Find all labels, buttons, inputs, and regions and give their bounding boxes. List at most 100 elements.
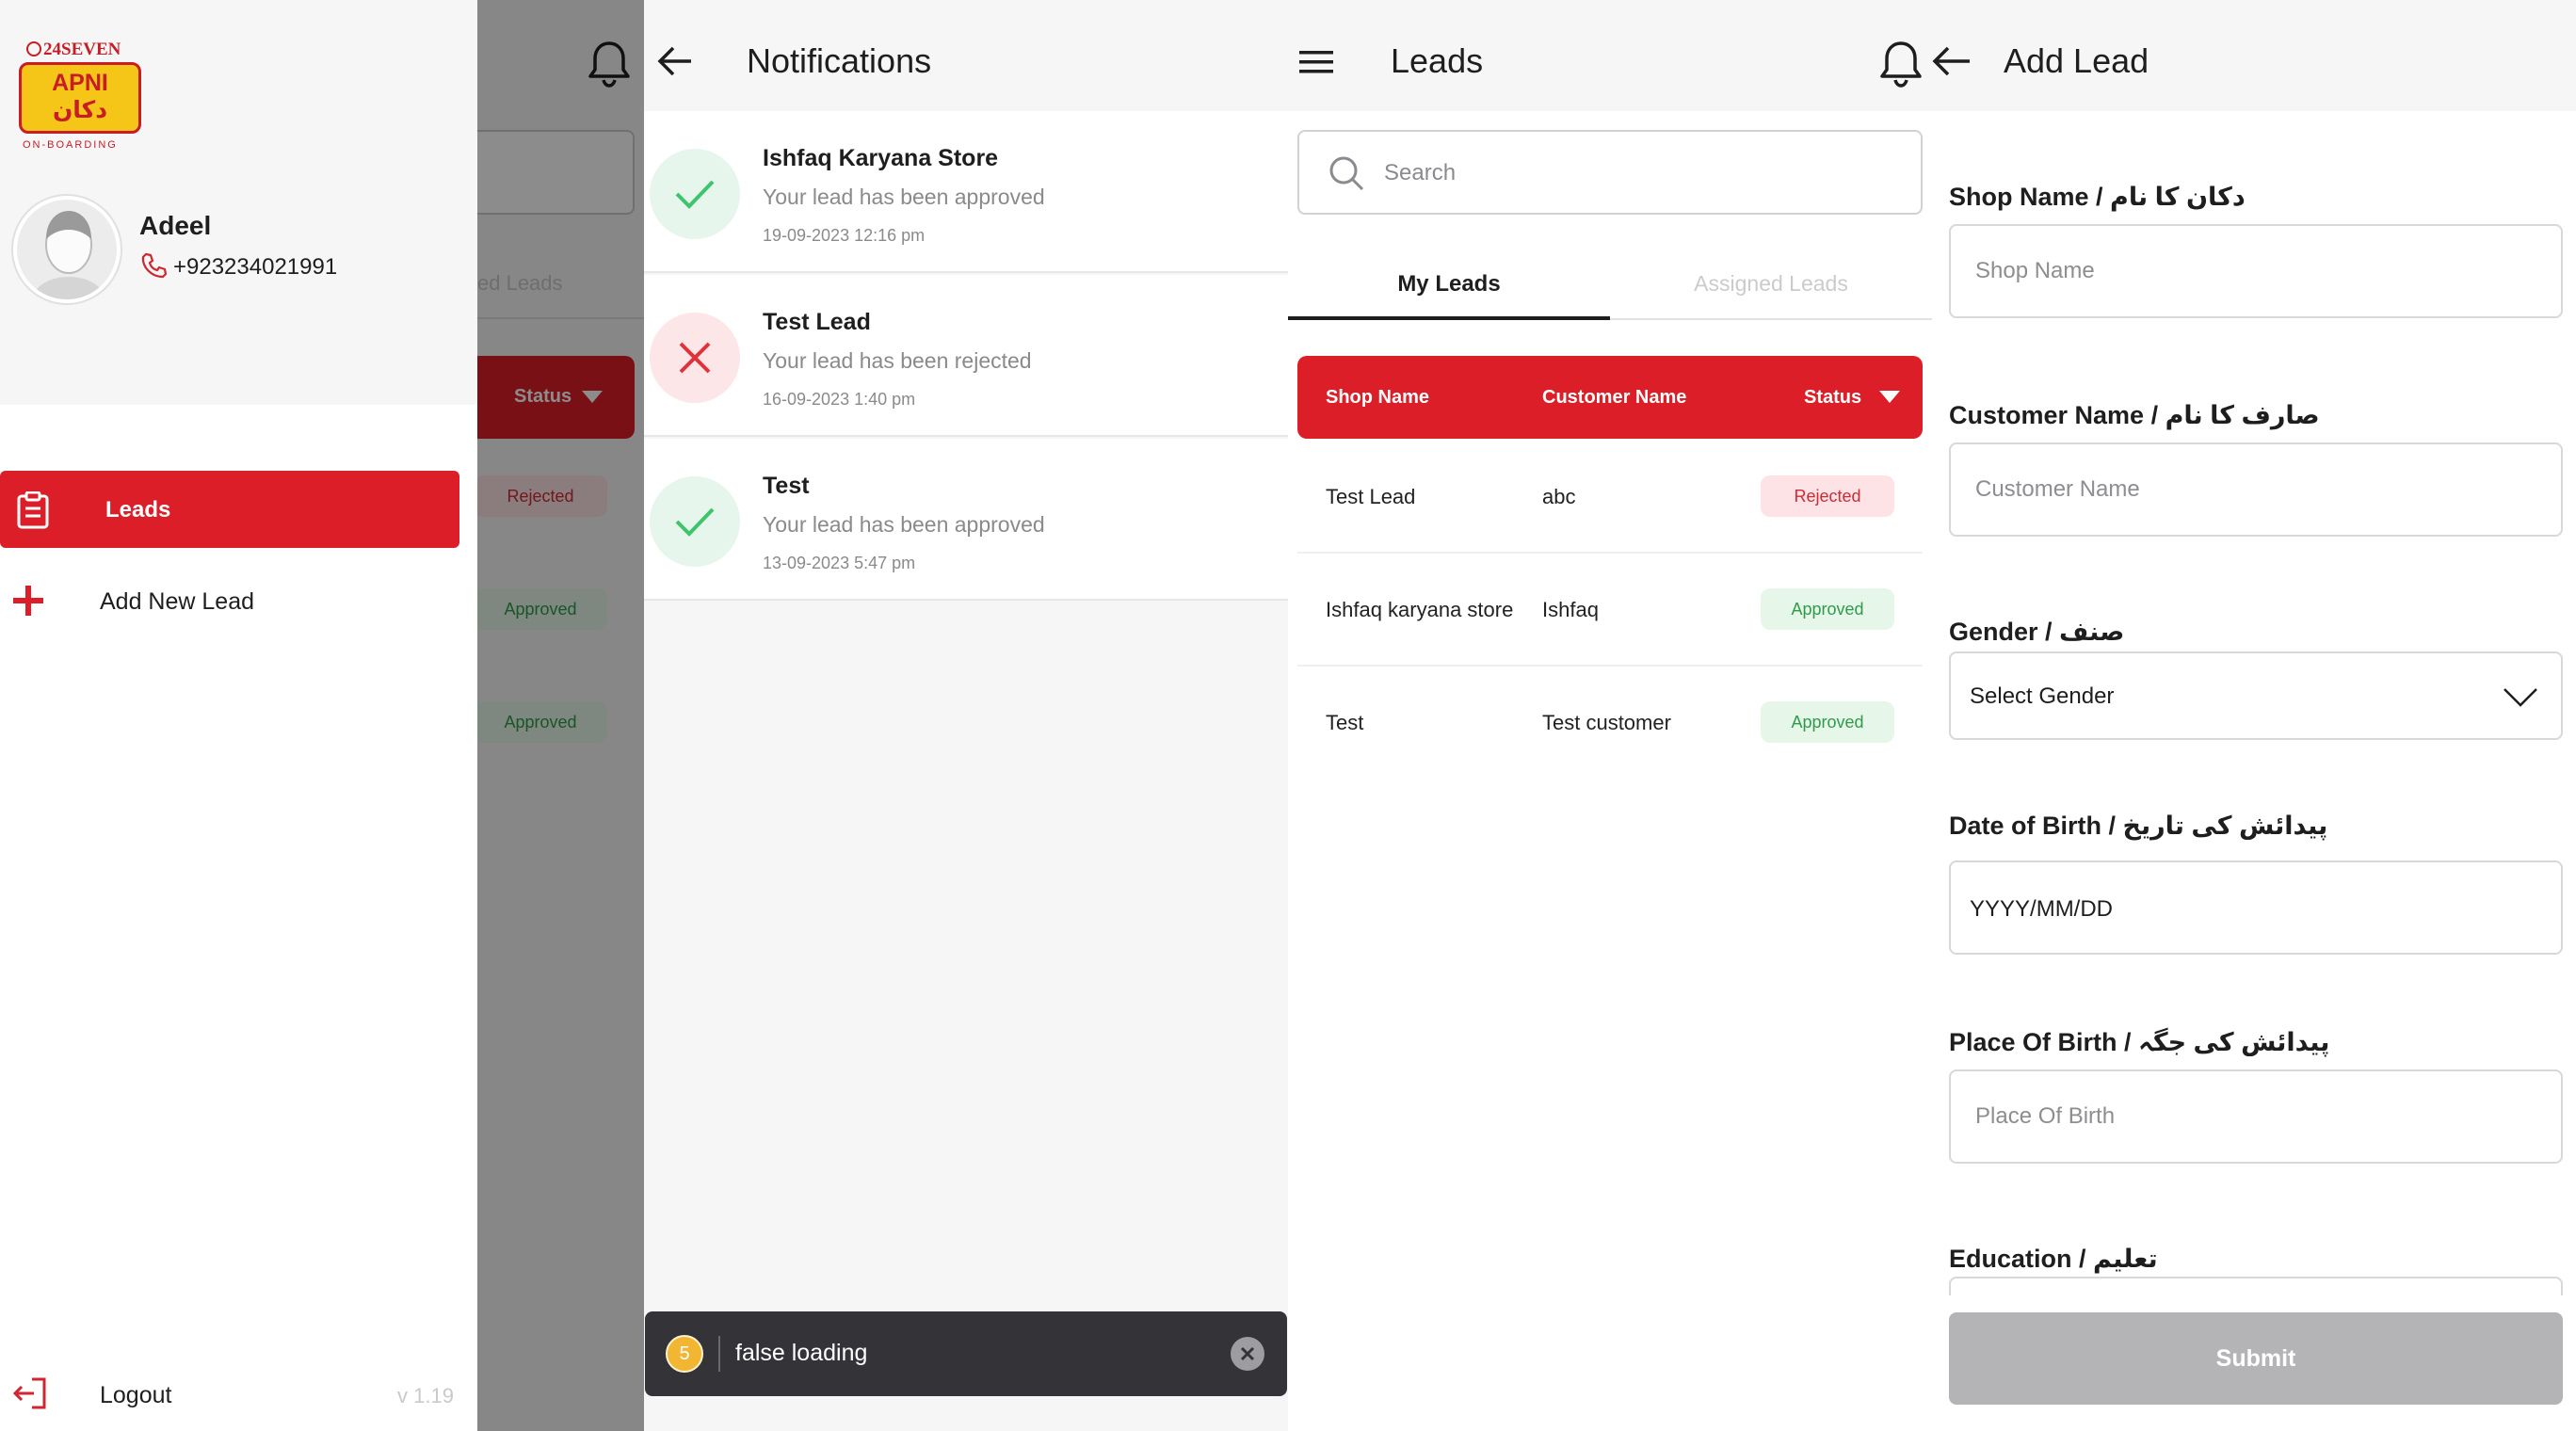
plus-icon (13, 586, 43, 616)
notification-item[interactable]: Test Your lead has been approved 13-09-2… (644, 439, 1288, 601)
logout-button[interactable]: Logout (0, 1373, 395, 1418)
search-icon (1328, 154, 1365, 192)
table-row[interactable]: Ishfaq karyana store Ishfaq Approved (1297, 554, 1923, 667)
notification-time: 13-09-2023 5:47 pm (763, 554, 916, 572)
field-placeholder: Place Of Birth (1975, 1103, 2116, 1129)
place-of-birth-label: Place Of Birth / پیدائش کی جگہ (1949, 1028, 2330, 1056)
clipboard-icon (17, 491, 49, 529)
notifications-screen: Notifications Ishfaq Karyana Store Your … (644, 0, 1288, 1431)
customer-name-field[interactable]: Customer Name (1949, 442, 2563, 537)
submit-label: Submit (2215, 1344, 2296, 1372)
menu-item-leads[interactable]: Leads (0, 471, 459, 548)
table-row[interactable]: Test Lead abc Rejected (1297, 441, 1923, 554)
logout-icon (11, 1376, 47, 1410)
logout-label: Logout (100, 1382, 172, 1408)
chevron-down-icon (2504, 688, 2537, 707)
education-field[interactable] (1949, 1277, 2563, 1295)
education-label: Education / تعلیم (1949, 1245, 2158, 1273)
customer-name-label: Customer Name / صارف کا نام (1949, 401, 2320, 429)
cell-shop-name: Ishfaq karyana store (1326, 598, 1514, 621)
tab-label: My Leads (1397, 271, 1501, 297)
status-circle (650, 313, 740, 403)
check-icon (675, 180, 715, 209)
navigation-drawer-screen: ed Leads Status Rejected Approved Approv… (0, 0, 644, 1431)
hamburger-menu-icon[interactable] (1299, 49, 1333, 75)
phone-icon (139, 251, 168, 280)
app-bar: Add Lead (1880, 0, 2576, 111)
brand-logo-word: APNI دکان (52, 70, 108, 123)
search-placeholder: Search (1384, 160, 1457, 185)
submit-button[interactable]: Submit (1949, 1312, 2563, 1405)
add-lead-screen: Add Lead Shop Name / دکان کا نام Shop Na… (1880, 0, 2576, 1431)
tab-assigned-leads[interactable]: Assigned Leads (1610, 252, 1932, 320)
drawer-scrim[interactable] (477, 0, 644, 1431)
toast: 5 false loading (645, 1311, 1287, 1396)
brand-logo: 24SEVEN APNI دکان ON-BOARDING (17, 38, 145, 156)
page-title: Notifications (747, 41, 932, 80)
notification-title: Test Lead (763, 309, 871, 335)
notification-message: Your lead has been approved (763, 512, 1045, 537)
toast-close-icon[interactable] (1231, 1337, 1264, 1371)
column-header-shop-name: Shop Name (1326, 387, 1430, 408)
page-title: Add Lead (2004, 41, 2149, 80)
brand-top-text: 24SEVEN (26, 40, 121, 60)
notification-item[interactable]: Test Lead Your lead has been rejected 16… (644, 275, 1288, 437)
field-placeholder: Customer Name (1975, 476, 2140, 502)
notification-time: 19-09-2023 12:16 pm (763, 226, 926, 245)
app-version: v 1.19 (397, 1384, 454, 1407)
place-of-birth-field[interactable]: Place Of Birth (1949, 1069, 2563, 1164)
cell-customer-name: Ishfaq (1542, 598, 1599, 621)
drawer-header: 24SEVEN APNI دکان ON-BOARDING Adeel +923… (0, 0, 477, 405)
field-placeholder: Shop Name (1975, 258, 2095, 283)
notification-message: Your lead has been approved (763, 185, 1045, 209)
gender-select[interactable]: Select Gender (1949, 651, 2563, 740)
toast-message: false loading (735, 1340, 868, 1366)
close-icon (679, 342, 711, 374)
notification-title: Ishfaq Karyana Store (763, 145, 999, 171)
status-circle (650, 476, 740, 567)
notification-time: 16-09-2023 1:40 pm (763, 390, 916, 409)
status-badge: Approved (1761, 588, 1894, 630)
bell-icon[interactable] (1877, 38, 1924, 88)
date-of-birth-label: Date of Birth / پیدائش کی تاریخ (1949, 812, 2328, 840)
page-title: Leads (1391, 41, 1484, 80)
cell-customer-name: abc (1542, 485, 1576, 508)
table-row[interactable]: Test Test customer Approved (1297, 667, 1923, 780)
status-badge: Rejected (1761, 475, 1894, 517)
cell-shop-name: Test Lead (1326, 485, 1416, 508)
avatar (13, 196, 121, 303)
app-bar: Notifications (644, 0, 1288, 111)
user-phone: +923234021991 (173, 254, 338, 280)
user-name: Adeel (139, 211, 212, 240)
tab-label: Assigned Leads (1694, 271, 1848, 296)
app-bar: Leads (1288, 0, 1932, 111)
gender-select-value: Select Gender (1970, 683, 2115, 709)
shop-name-label: Shop Name / دکان کا نام (1949, 183, 2246, 211)
notification-item[interactable]: Ishfaq Karyana Store Your lead has been … (644, 111, 1288, 273)
status-badge: Approved (1761, 701, 1894, 743)
leads-screen: Leads Search My Leads Assigned Leads Sho… (1288, 0, 1932, 1431)
notification-message: Your lead has been rejected (763, 348, 1032, 373)
back-arrow-icon[interactable] (657, 45, 695, 77)
shop-name-field[interactable]: Shop Name (1949, 224, 2563, 318)
caret-down-icon (1879, 391, 1900, 403)
menu-item-add-new-lead[interactable]: Add New Lead (0, 565, 459, 638)
column-header-status[interactable]: Status (1804, 387, 1861, 409)
back-arrow-icon[interactable] (1932, 45, 1972, 77)
gender-label: Gender / صنف (1949, 618, 2125, 646)
cell-customer-name: Test customer (1542, 711, 1671, 734)
toast-counter: 5 (666, 1335, 703, 1373)
notification-title: Test (763, 473, 810, 499)
toast-divider (718, 1336, 720, 1372)
check-icon (675, 507, 715, 537)
date-of-birth-field[interactable]: YYYY/MM/DD (1949, 860, 2563, 955)
cell-shop-name: Test (1326, 711, 1364, 734)
column-header-customer-name: Customer Name (1542, 387, 1687, 408)
tab-my-leads[interactable]: My Leads (1288, 252, 1610, 320)
date-format-value: YYYY/MM/DD (1970, 896, 2114, 922)
status-circle (650, 149, 740, 239)
menu-item-label: Add New Lead (100, 588, 255, 615)
drawer: 24SEVEN APNI دکان ON-BOARDING Adeel +923… (0, 0, 477, 1431)
search-input[interactable]: Search (1297, 130, 1923, 215)
table-header: Shop Name Customer Name Status (1297, 356, 1923, 439)
